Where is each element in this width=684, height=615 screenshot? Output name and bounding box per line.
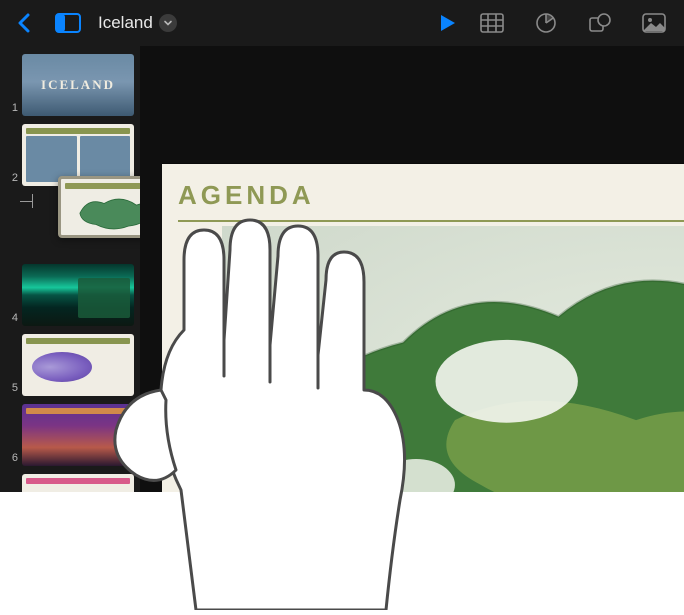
document-title-menu[interactable]: Iceland xyxy=(98,13,177,33)
back-button[interactable] xyxy=(10,9,38,37)
slide-thumb[interactable]: 1 ICELAND xyxy=(4,54,134,116)
chart-insert-button[interactable] xyxy=(532,9,560,37)
slide-divider xyxy=(178,220,684,222)
thumb-number xyxy=(4,254,18,256)
slide-thumb[interactable]: 4 xyxy=(4,264,134,326)
media-insert-button[interactable] xyxy=(640,9,668,37)
thumb-preview xyxy=(22,264,134,326)
thumb-preview xyxy=(22,474,134,492)
slide-thumb[interactable]: 6 xyxy=(4,404,134,466)
document-title: Iceland xyxy=(98,13,153,33)
map-graphic: 1 3 xyxy=(222,226,684,492)
main-area: 1 ICELAND 2 4 5 xyxy=(0,46,684,492)
slide-thumb[interactable]: 7 xyxy=(4,474,134,492)
thumb-preview: ICELAND xyxy=(22,54,134,116)
thumb-number: 6 xyxy=(4,452,18,466)
shape-insert-button[interactable] xyxy=(586,9,614,37)
toolbar: Iceland xyxy=(0,0,684,46)
thumb-preview xyxy=(22,404,134,466)
thumb-number: 2 xyxy=(4,172,18,186)
slide-navigator[interactable]: 1 ICELAND 2 4 5 xyxy=(0,46,140,492)
current-slide[interactable]: AGENDA xyxy=(162,164,684,492)
slide-title: AGENDA xyxy=(178,180,315,211)
thumb-preview xyxy=(22,334,134,396)
thumb-number: 5 xyxy=(4,382,18,396)
thumb-number: 1 xyxy=(4,102,18,116)
thumb-number: 4 xyxy=(4,312,18,326)
play-button[interactable] xyxy=(434,9,462,37)
table-insert-button[interactable] xyxy=(478,9,506,37)
navigator-toggle-button[interactable] xyxy=(54,9,82,37)
slide-canvas[interactable]: AGENDA xyxy=(140,46,684,492)
slide-thumb[interactable]: 5 xyxy=(4,334,134,396)
chevron-down-icon xyxy=(159,14,177,32)
keynote-app: Iceland 1 xyxy=(0,0,684,492)
